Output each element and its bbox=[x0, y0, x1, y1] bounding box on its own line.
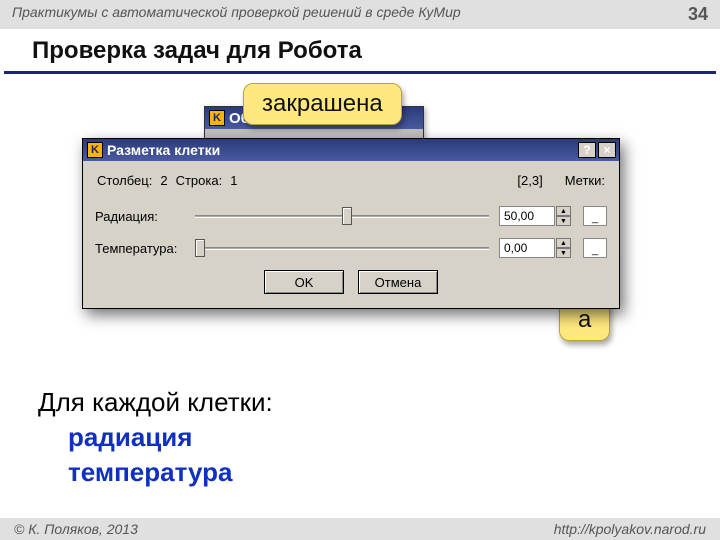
kw-temperature: температура bbox=[68, 455, 273, 490]
row-value: 1 bbox=[230, 173, 237, 188]
radiation-input[interactable] bbox=[499, 206, 555, 226]
temperature-label: Температура: bbox=[95, 241, 185, 256]
page-number: 34 bbox=[688, 4, 708, 25]
radiation-slider[interactable] bbox=[195, 207, 489, 225]
footer-url: http://kpolyakov.narod.ru bbox=[554, 521, 706, 537]
column-value: 2 bbox=[160, 173, 167, 188]
radiation-mark[interactable]: _ bbox=[583, 206, 607, 226]
kw-radiation: радиация bbox=[68, 420, 273, 455]
cell-markup-dialog: K Разметка клетки ? × Столбец: 2 Строка:… bbox=[82, 138, 620, 309]
chevron-down-icon: ▼ bbox=[556, 216, 571, 226]
slide-footer: © К. Поляков, 2013 http://kpolyakov.naro… bbox=[0, 518, 720, 540]
dialog-title: Разметка клетки bbox=[107, 142, 576, 158]
coord-pair: [2,3] bbox=[517, 173, 542, 188]
radiation-row: Радиация: ▲▼ _ bbox=[95, 206, 607, 226]
copyright: © К. Поляков, 2013 bbox=[14, 521, 138, 537]
temperature-slider[interactable] bbox=[195, 239, 489, 257]
temperature-input[interactable] bbox=[499, 238, 555, 258]
chevron-up-icon: ▲ bbox=[556, 206, 571, 216]
bottom-lead: Для каждой клетки: bbox=[38, 387, 273, 417]
cancel-button[interactable]: Отмена bbox=[358, 270, 438, 294]
bottom-text: Для каждой клетки: радиация температура bbox=[38, 385, 273, 490]
chevron-up-icon: ▲ bbox=[556, 238, 571, 248]
temperature-mark[interactable]: _ bbox=[583, 238, 607, 258]
callout-zakrashena: закрашена bbox=[243, 83, 402, 125]
temperature-row: Температура: ▲▼ _ bbox=[95, 238, 607, 258]
ok-button[interactable]: OK bbox=[264, 270, 344, 294]
chevron-down-icon: ▼ bbox=[556, 248, 571, 258]
dialog-titlebar[interactable]: K Разметка клетки ? × bbox=[83, 139, 619, 161]
tagline: Практикумы с автоматической проверкой ре… bbox=[12, 4, 461, 25]
radiation-label: Радиация: bbox=[95, 209, 185, 224]
slide-header: Практикумы с автоматической проверкой ре… bbox=[0, 0, 720, 29]
marks-label: Метки: bbox=[565, 173, 605, 188]
row-label: Строка: bbox=[176, 173, 223, 188]
app-icon: K bbox=[209, 110, 225, 126]
temperature-spinner[interactable]: ▲▼ bbox=[556, 238, 571, 258]
column-label: Столбец: bbox=[97, 173, 152, 188]
close-button[interactable]: × bbox=[598, 142, 616, 158]
help-button[interactable]: ? bbox=[578, 142, 596, 158]
page-title: Проверка задач для Робота bbox=[4, 29, 716, 74]
coords-row: Столбец: 2 Строка: 1 [2,3] Метки: bbox=[95, 173, 607, 188]
radiation-spinner[interactable]: ▲▼ bbox=[556, 206, 571, 226]
app-icon: K bbox=[87, 142, 103, 158]
